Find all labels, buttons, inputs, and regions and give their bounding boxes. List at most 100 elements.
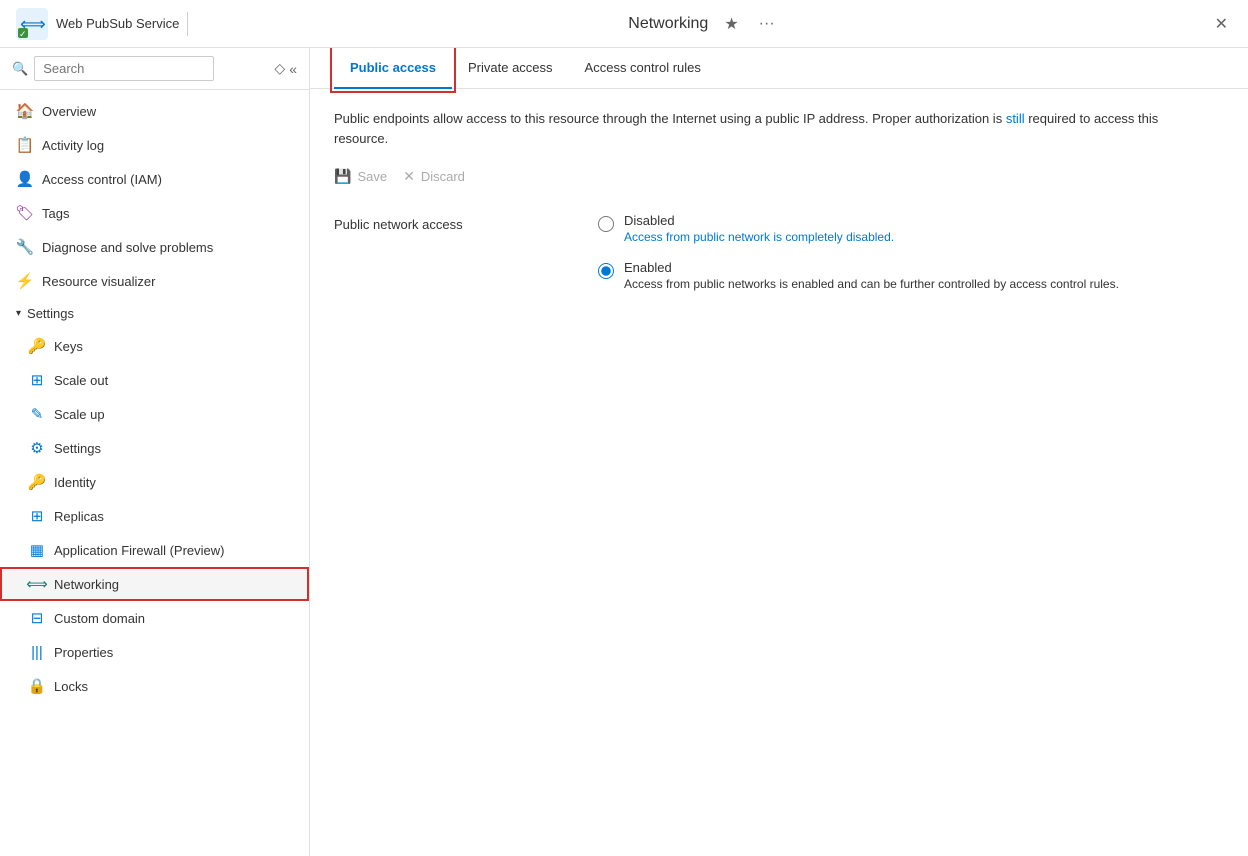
sidebar-item-networking[interactable]: ⟺ Networking	[0, 567, 309, 601]
tab-private-access-label: Private access	[468, 60, 553, 75]
sidebar-item-locks[interactable]: 🔒 Locks	[0, 669, 309, 703]
access-control-icon: 👤	[16, 170, 34, 188]
collapse-button[interactable]: «	[289, 61, 297, 77]
sidebar-item-label-replicas: Replicas	[54, 509, 104, 524]
search-input[interactable]	[34, 56, 214, 81]
svg-text:✓: ✓	[19, 29, 27, 39]
radio-disabled-title: Disabled	[624, 213, 894, 228]
radio-enabled-desc: Access from public networks is enabled a…	[624, 277, 1119, 291]
sidebar-item-label-overview: Overview	[42, 104, 96, 119]
identity-icon: 🔑	[28, 473, 46, 491]
sidebar-search-area: 🔍 ◇ «	[0, 48, 309, 90]
radio-disabled-label: Disabled Access from public network is c…	[624, 213, 894, 244]
sidebar-item-label-resource-visualizer: Resource visualizer	[42, 274, 155, 289]
tabs-bar: Public access Private access Access cont…	[310, 48, 1248, 89]
radio-enabled-input[interactable]	[598, 263, 614, 279]
service-header: ⟺ ✓ Web PubSub Service	[16, 8, 179, 40]
sidebar-item-replicas[interactable]: ⊞ Replicas	[0, 499, 309, 533]
sidebar-item-label-properties: Properties	[54, 645, 113, 660]
tab-public-access[interactable]: Public access	[334, 48, 452, 89]
sidebar-item-scale-up[interactable]: ✎ Scale up	[0, 397, 309, 431]
sidebar-item-label-scale-up: Scale up	[54, 407, 105, 422]
radio-enabled-label: Enabled Access from public networks is e…	[624, 260, 1119, 291]
main-layout: 🔍 ◇ « 🏠 Overview 📋 Activity log 👤 Access…	[0, 48, 1248, 856]
sidebar-item-label-identity: Identity	[54, 475, 96, 490]
content-area: Public access Private access Access cont…	[310, 48, 1248, 856]
scale-out-icon: ⊞	[28, 371, 46, 389]
tags-icon: 🏷	[16, 204, 34, 222]
radio-option-disabled: Disabled Access from public network is c…	[598, 213, 1119, 244]
settings-section-header[interactable]: ▾ Settings	[0, 298, 309, 329]
sidebar-item-label-keys: Keys	[54, 339, 83, 354]
app-firewall-icon: ▦	[28, 541, 46, 559]
toolbar: 💾 Save ✕ Discard	[334, 164, 1224, 189]
sidebar-item-tags[interactable]: 🏷 Tags	[0, 196, 309, 230]
properties-icon: |||	[28, 643, 46, 661]
title-bar-right: ✕	[1211, 10, 1232, 38]
networking-icon: ⟺	[28, 575, 46, 593]
replicas-icon: ⊞	[28, 507, 46, 525]
save-button[interactable]: 💾 Save	[334, 164, 387, 189]
sidebar-item-app-firewall[interactable]: ▦ Application Firewall (Preview)	[0, 533, 309, 567]
sidebar-item-keys[interactable]: 🔑 Keys	[0, 329, 309, 363]
sidebar-item-label-activity-log: Activity log	[42, 138, 104, 153]
sidebar-item-resource-visualizer[interactable]: ⚡ Resource visualizer	[0, 264, 309, 298]
sidebar-item-label-diagnose: Diagnose and solve problems	[42, 240, 213, 255]
close-button[interactable]: ✕	[1211, 10, 1232, 38]
locks-icon: 🔒	[28, 677, 46, 695]
diagnose-icon: 🔧	[16, 238, 34, 256]
sidebar-item-label-tags: Tags	[42, 206, 69, 221]
sidebar: 🔍 ◇ « 🏠 Overview 📋 Activity log 👤 Access…	[0, 48, 310, 856]
save-icon: 💾	[334, 168, 351, 185]
sidebar-item-label-app-firewall: Application Firewall (Preview)	[54, 543, 225, 558]
tab-private-access[interactable]: Private access	[452, 48, 569, 89]
settings-chevron-icon: ▾	[16, 308, 21, 319]
radio-enabled-title: Enabled	[624, 260, 1119, 275]
custom-domain-icon: ⊟	[28, 609, 46, 627]
sidebar-item-activity-log[interactable]: 📋 Activity log	[0, 128, 309, 162]
sidebar-item-label-custom-domain: Custom domain	[54, 611, 145, 626]
tab-public-access-label: Public access	[350, 60, 436, 75]
title-separator	[187, 12, 188, 36]
sidebar-item-access-control[interactable]: 👤 Access control (IAM)	[0, 162, 309, 196]
network-access-label: Public network access	[334, 213, 574, 232]
activity-log-icon: 📋	[16, 136, 34, 154]
radio-disabled-desc: Access from public network is completely…	[624, 230, 894, 244]
more-options-button[interactable]: ···	[755, 11, 779, 37]
description-link[interactable]: still	[1006, 111, 1025, 126]
sidebar-item-identity[interactable]: 🔑 Identity	[0, 465, 309, 499]
sidebar-nav: 🏠 Overview 📋 Activity log 👤 Access contr…	[0, 90, 309, 856]
settings-icon: ⚙	[28, 439, 46, 457]
sidebar-item-properties[interactable]: ||| Properties	[0, 635, 309, 669]
filter-button[interactable]: ◇	[274, 60, 285, 77]
network-access-radio-group: Disabled Access from public network is c…	[598, 213, 1119, 291]
sidebar-item-label-access-control: Access control (IAM)	[42, 172, 162, 187]
sidebar-item-scale-out[interactable]: ⊞ Scale out	[0, 363, 309, 397]
save-label: Save	[357, 169, 387, 184]
sidebar-controls: ◇ «	[274, 60, 297, 77]
favorite-button[interactable]: ★	[720, 10, 742, 38]
scale-up-icon: ✎	[28, 405, 46, 423]
service-icon: ⟺ ✓	[16, 8, 48, 40]
resource-visualizer-icon: ⚡	[16, 272, 34, 290]
sidebar-item-label-locks: Locks	[54, 679, 88, 694]
discard-icon: ✕	[403, 168, 415, 185]
sidebar-item-label-settings: Settings	[54, 441, 101, 456]
discard-button[interactable]: ✕ Discard	[403, 164, 465, 189]
radio-option-enabled: Enabled Access from public networks is e…	[598, 260, 1119, 291]
discard-label: Discard	[421, 169, 465, 184]
network-access-row: Public network access Disabled Access fr…	[334, 213, 1224, 291]
title-bar: ⟺ ✓ Web PubSub Service Networking ★ ··· …	[0, 0, 1248, 48]
service-name: Web PubSub Service	[56, 16, 179, 31]
sidebar-item-overview[interactable]: 🏠 Overview	[0, 94, 309, 128]
settings-section-label: Settings	[27, 306, 74, 321]
sidebar-item-settings[interactable]: ⚙ Settings	[0, 431, 309, 465]
overview-icon: 🏠	[16, 102, 34, 120]
sidebar-item-label-networking: Networking	[54, 577, 119, 592]
tab-access-control-rules-label: Access control rules	[585, 60, 701, 75]
tab-access-control-rules[interactable]: Access control rules	[569, 48, 717, 89]
sidebar-item-custom-domain[interactable]: ⊟ Custom domain	[0, 601, 309, 635]
keys-icon: 🔑	[28, 337, 46, 355]
sidebar-item-diagnose[interactable]: 🔧 Diagnose and solve problems	[0, 230, 309, 264]
radio-disabled-input[interactable]	[598, 216, 614, 232]
